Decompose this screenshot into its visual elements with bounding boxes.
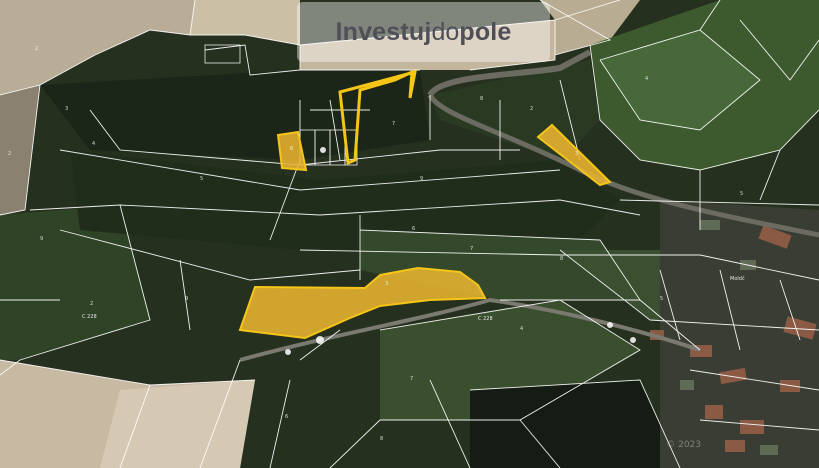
road-label: C 228	[478, 316, 493, 322]
svg-text:7: 7	[470, 246, 473, 252]
map-copyright: © 2023	[666, 440, 701, 450]
svg-text:2: 2	[90, 301, 93, 307]
road-label: Moldč	[730, 275, 745, 282]
svg-text:9: 9	[185, 296, 188, 302]
brand-part2: do	[431, 17, 460, 46]
svg-text:4: 4	[520, 326, 523, 332]
svg-text:3: 3	[385, 281, 388, 287]
svg-text:8: 8	[380, 436, 383, 442]
svg-text:2: 2	[8, 151, 11, 157]
svg-text:5: 5	[740, 191, 743, 197]
svg-text:5: 5	[200, 176, 203, 182]
svg-text:7: 7	[392, 121, 395, 127]
road-label: C 228	[82, 314, 97, 320]
brand-part3: pole	[459, 17, 512, 46]
svg-text:6: 6	[412, 226, 415, 232]
svg-text:6: 6	[285, 414, 288, 420]
svg-text:3: 3	[65, 106, 68, 112]
svg-text:3: 3	[575, 151, 578, 157]
svg-text:2: 2	[530, 106, 533, 112]
brand-part1: Investuj	[335, 17, 432, 46]
svg-text:9: 9	[40, 236, 43, 242]
cadastral-map[interactable]: 2 3 4 5 6 7 8 9 2 3 4 5 6 7 8 9 2 3 4 5 …	[0, 0, 819, 468]
svg-text:2: 2	[35, 46, 38, 52]
brand-logo: Investuj do pole	[297, 2, 550, 62]
svg-text:8: 8	[480, 96, 483, 102]
svg-text:4: 4	[645, 76, 648, 82]
svg-text:4: 4	[92, 141, 95, 147]
svg-text:7: 7	[410, 376, 413, 382]
svg-text:8: 8	[560, 256, 563, 262]
svg-text:9: 9	[420, 176, 423, 182]
svg-text:6: 6	[290, 146, 293, 152]
satellite-map-layer: 2 3 4 5 6 7 8 9 2 3 4 5 6 7 8 9 2 3 4 5 …	[0, 0, 819, 468]
svg-text:5: 5	[660, 296, 663, 302]
